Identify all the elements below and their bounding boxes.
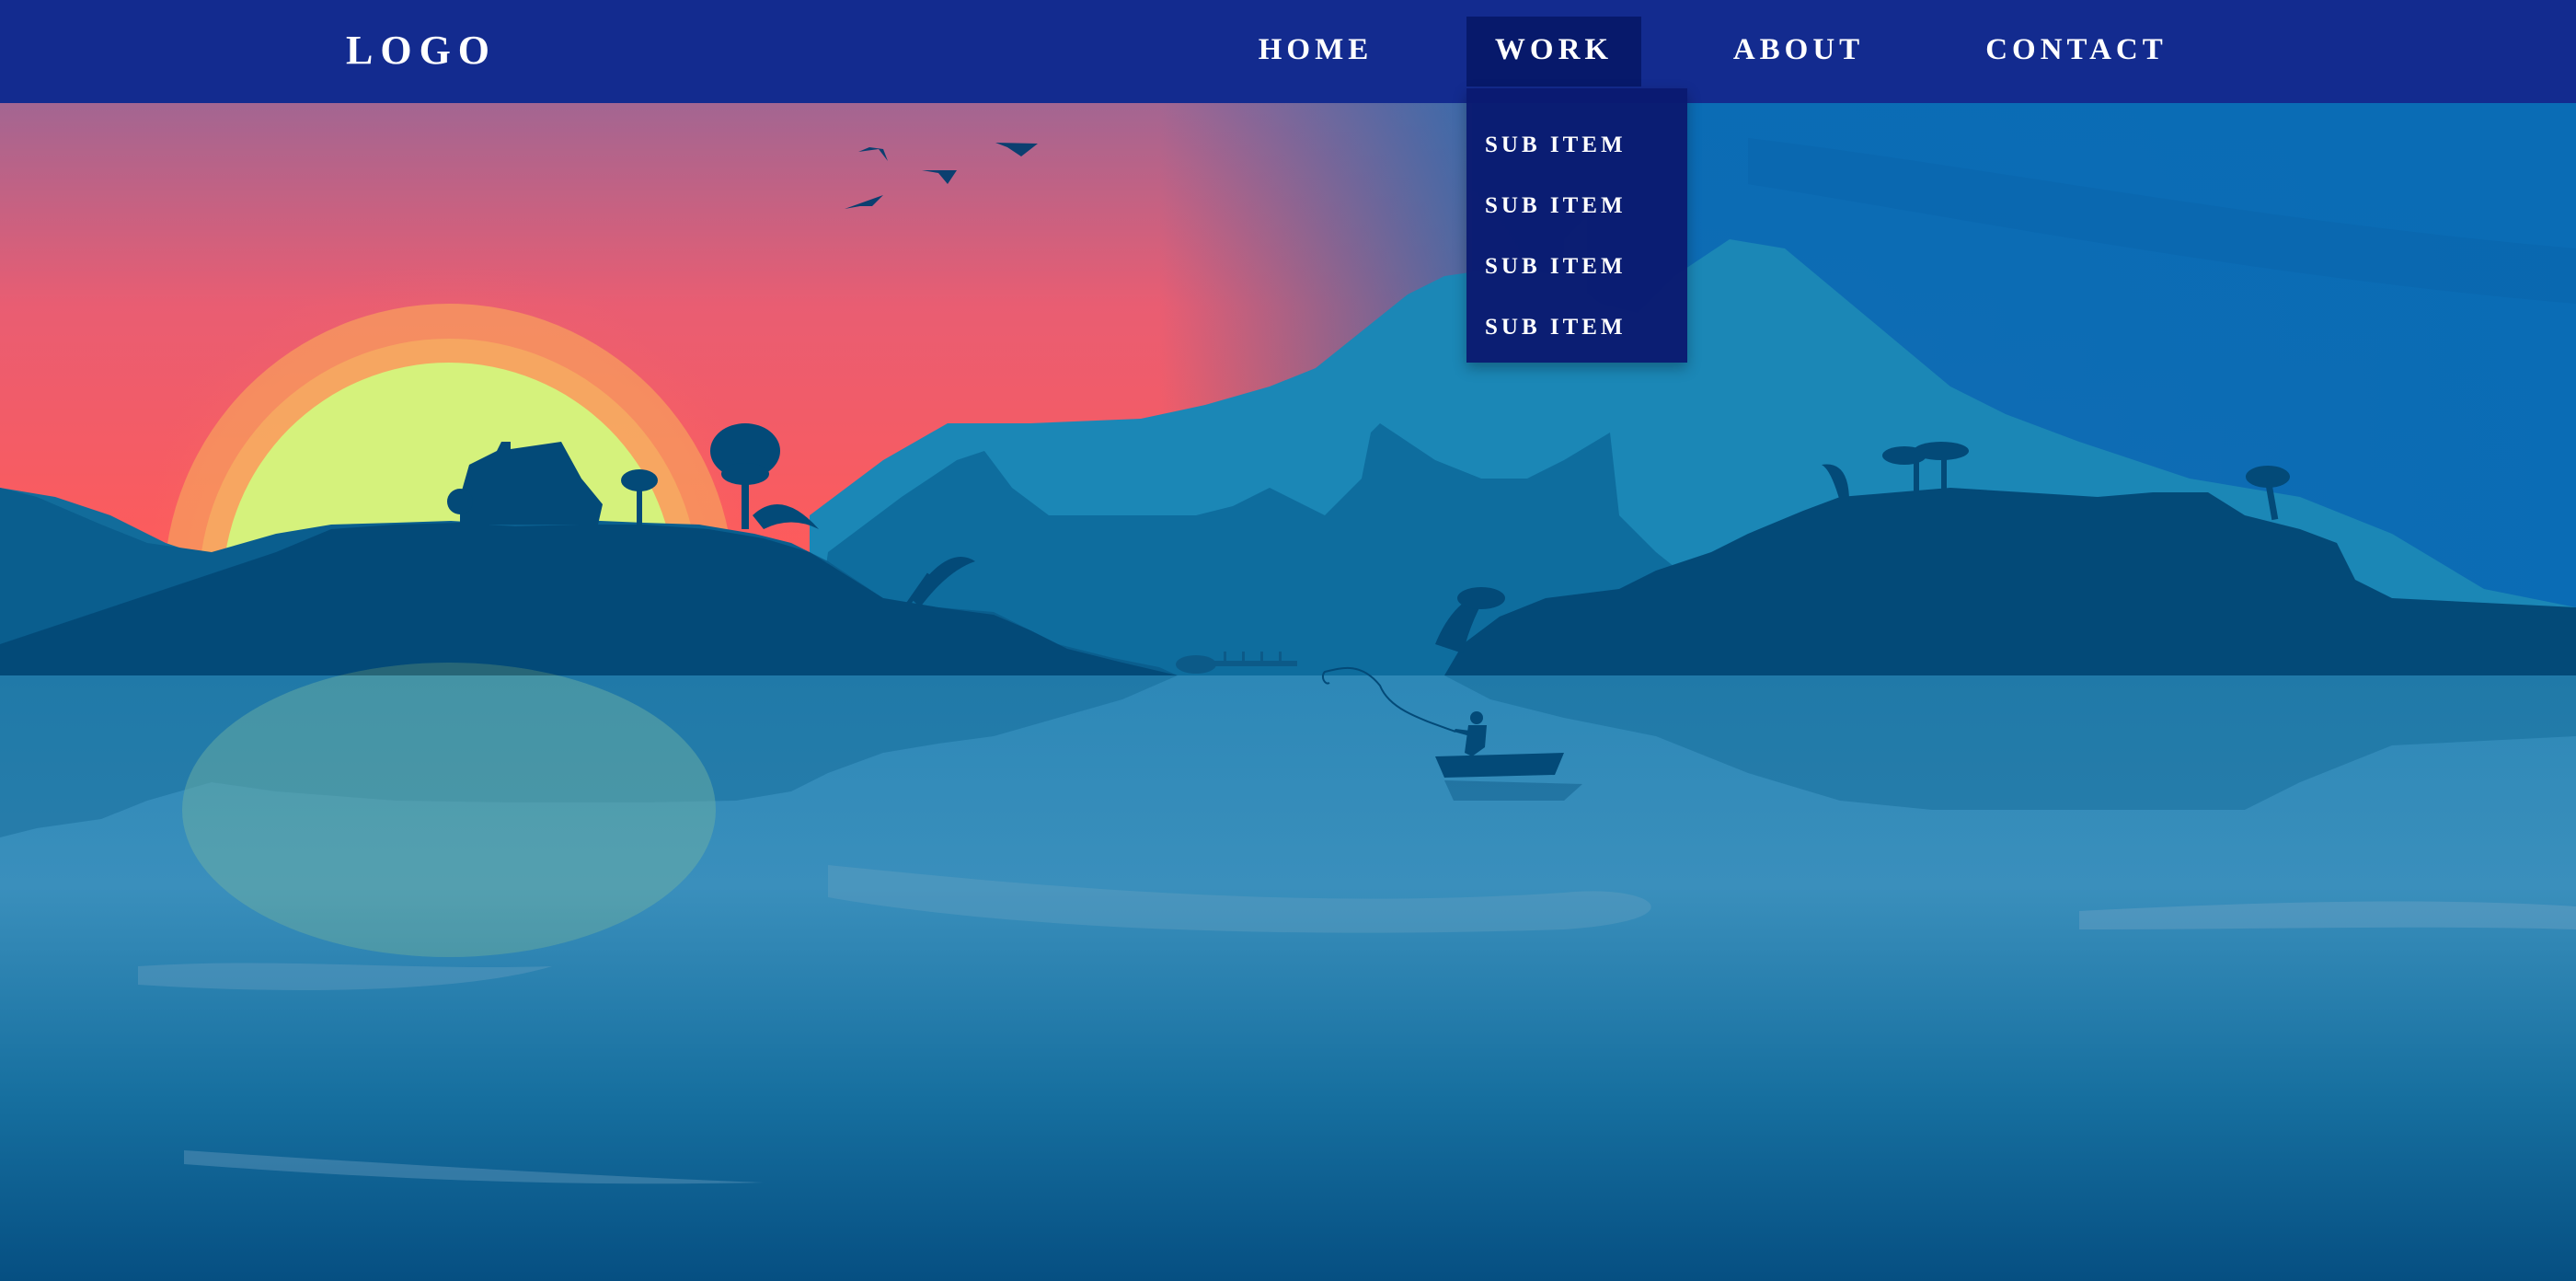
dropdown-sub-item[interactable]: SUB ITEM — [1466, 180, 1687, 241]
nav-work-link[interactable]: WORK — [1466, 17, 1641, 87]
dropdown-sub-item[interactable]: SUB ITEM — [1466, 302, 1687, 363]
nav-about-link[interactable]: ABOUT — [1720, 17, 1877, 87]
dropdown-sub-item[interactable]: SUB ITEM — [1466, 241, 1687, 302]
nav-contact-link[interactable]: CONTACT — [1976, 17, 2177, 87]
hero-background-scene — [0, 0, 2576, 1281]
top-navbar: LOGO HOME WORK ABOUT CONTACT — [0, 0, 2576, 103]
dropdown-sub-item[interactable]: SUB ITEM — [1466, 120, 1687, 180]
logo[interactable]: LOGO — [346, 20, 497, 81]
work-dropdown-menu: SUB ITEM SUB ITEM SUB ITEM SUB ITEM — [1466, 88, 1687, 363]
nav-home-link[interactable]: HOME — [1247, 17, 1385, 87]
boat-icon — [1435, 753, 1564, 778]
